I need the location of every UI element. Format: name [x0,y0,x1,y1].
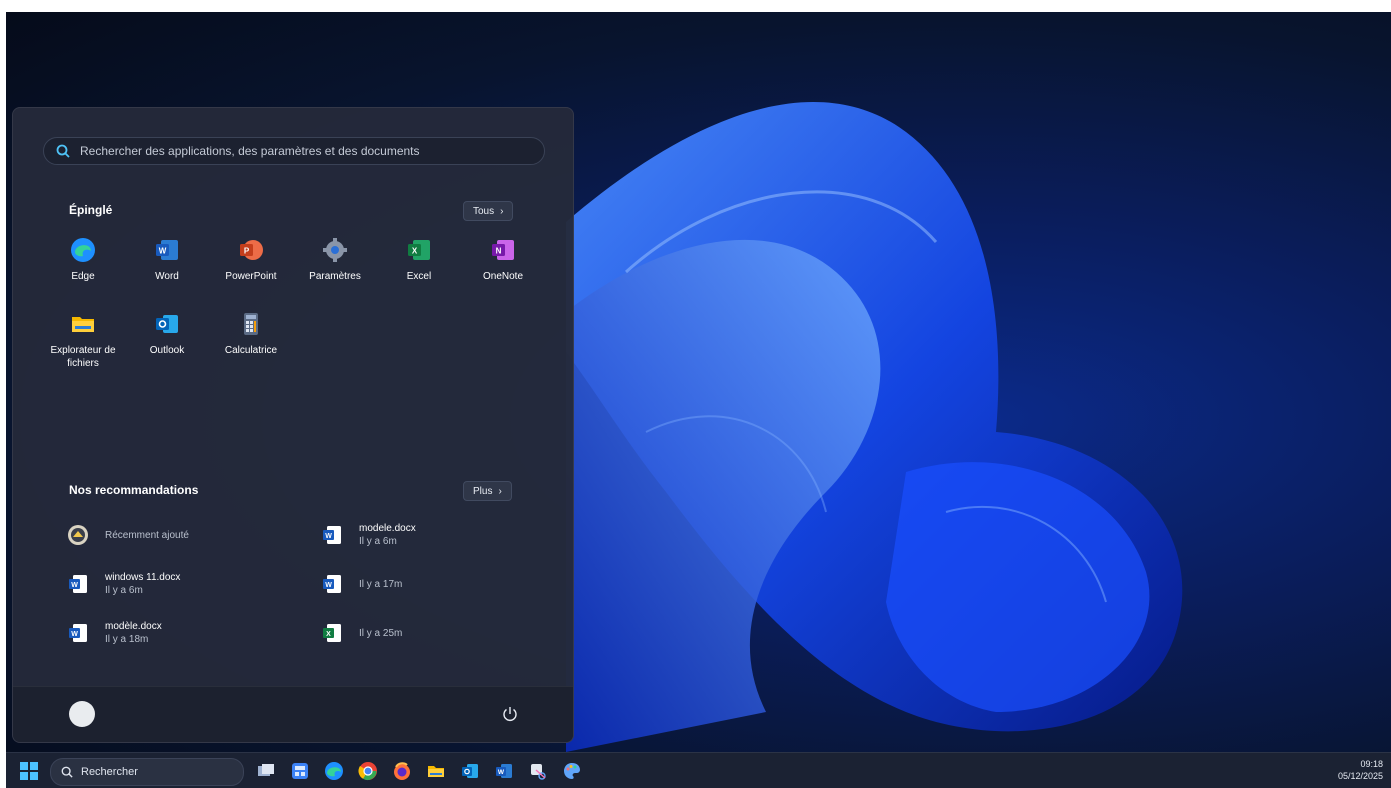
file-explorer-icon[interactable] [426,761,446,781]
recommended-item-name: windows 11.docx [105,572,181,583]
pinned-app-label: Calculatrice [224,345,278,356]
clock-date: 05/12/2025 [1337,771,1383,781]
user-avatar[interactable] [69,701,95,727]
word-icon[interactable]: W [494,761,514,781]
svg-text:W: W [71,631,78,638]
word-doc-icon: W [69,575,87,593]
edge-icon[interactable] [324,761,344,781]
taskbar-search[interactable]: Rechercher [50,758,244,786]
svg-text:P: P [244,247,250,256]
recommended-item-meta: Il y a 25m [359,627,403,639]
power-icon[interactable] [501,705,519,723]
search-icon [61,766,73,778]
app-icon [68,525,88,545]
recommended-item[interactable]: W modèle.docx Il y a 18m [67,616,297,650]
recommended-section-title: Nos recommandations [69,483,199,497]
pinned-app-label: Explorateur de fichiers [50,345,116,369]
pinned-app-outlook[interactable]: Outlook [125,310,209,357]
edge-icon [71,238,95,262]
more-button[interactable]: Plus › [463,481,512,501]
clock-time: 09:18 [1360,759,1383,769]
pinned-app-label: Outlook [149,345,185,356]
pinned-app-settings[interactable]: Paramètres [293,236,377,283]
start-search-input[interactable] [78,143,522,159]
all-apps-label: Tous [473,205,495,217]
recommended-item-meta: Il y a 18m [105,634,149,645]
word-doc-icon: W [323,575,341,593]
pinned-app-excel[interactable]: X Excel [377,236,461,283]
outlook-icon [156,315,178,333]
pinned-app-onenote[interactable]: N OneNote [461,236,545,283]
chevron-right-icon: › [498,485,502,497]
recommended-item[interactable]: W Il y a 17m [321,567,551,601]
pinned-app-edge[interactable]: Edge [41,236,125,283]
recommended-item-meta: Il y a 6m [359,536,397,547]
onenote-icon: N [492,240,514,260]
recommended-item-meta: Récemment ajouté [105,529,189,541]
outlook-icon[interactable] [460,761,480,781]
search-icon [56,144,70,158]
taskbar-clock[interactable]: 09:18 05/12/2025 [1338,758,1383,782]
recommended-item[interactable]: W windows 11.docx Il y a 6m [67,567,297,601]
taskbar-search-label: Rechercher [81,766,138,778]
svg-text:W: W [498,769,505,776]
svg-text:W: W [325,533,332,540]
excel-icon: X [408,240,430,260]
task-view-icon[interactable] [256,761,276,781]
snipping-tool-icon[interactable] [528,761,548,781]
recommended-item-name: modele.docx [359,523,416,534]
recommended-item-name: modèle.docx [105,621,162,632]
chrome-icon[interactable] [358,761,378,781]
excel-doc-icon: X [323,624,341,642]
svg-text:N: N [496,247,502,256]
calculator-icon [244,313,258,335]
file-explorer-icon [72,317,94,332]
windows-start-icon[interactable] [20,762,38,780]
recommended-item[interactable]: X Il y a 25m [321,616,551,650]
pinned-app-word[interactable]: W Word [125,236,209,283]
pinned-app-label: Word [155,271,179,282]
pinned-app-file-explorer[interactable]: Explorateur de fichiers [41,310,125,370]
pinned-app-label: Paramètres [309,271,361,282]
svg-text:X: X [412,247,418,256]
svg-text:W: W [325,582,332,589]
firefox-icon[interactable] [392,761,412,781]
pinned-app-label: PowerPoint [225,271,277,282]
start-menu-footer [13,686,573,742]
pinned-section-title: Épinglé [69,203,113,217]
recommended-item[interactable]: W modele.docx Il y a 6m [321,518,551,552]
settings-gear-icon [323,238,347,262]
start-menu: Épinglé Tous › Edge W Word P PowerPoint … [12,107,574,743]
pinned-app-powerpoint[interactable]: P PowerPoint [209,236,293,283]
svg-text:W: W [71,582,78,589]
recommended-item-meta: Il y a 6m [105,585,143,596]
paint-icon[interactable] [562,761,582,781]
start-search-box[interactable] [43,137,545,165]
powerpoint-icon: P [240,240,263,260]
widgets-icon[interactable] [290,761,310,781]
recommended-item-meta: Il y a 17m [359,578,403,590]
svg-text:W: W [159,247,167,256]
word-doc-icon: W [323,526,341,544]
pinned-app-label: OneNote [482,271,524,282]
word-icon: W [156,240,178,260]
taskbar: Rechercher W 09:18 05/12/2025 [6,752,1391,788]
svg-text:X: X [326,631,331,638]
all-apps-button[interactable]: Tous › [463,201,514,221]
more-label: Plus [473,485,493,497]
word-doc-icon: W [69,624,87,642]
pinned-app-label: Excel [406,271,432,282]
chevron-right-icon: › [500,205,504,217]
pinned-app-calculator[interactable]: Calculatrice [209,310,293,357]
pinned-app-label: Edge [71,271,95,282]
recommended-item[interactable]: Récemment ajouté [67,518,297,552]
